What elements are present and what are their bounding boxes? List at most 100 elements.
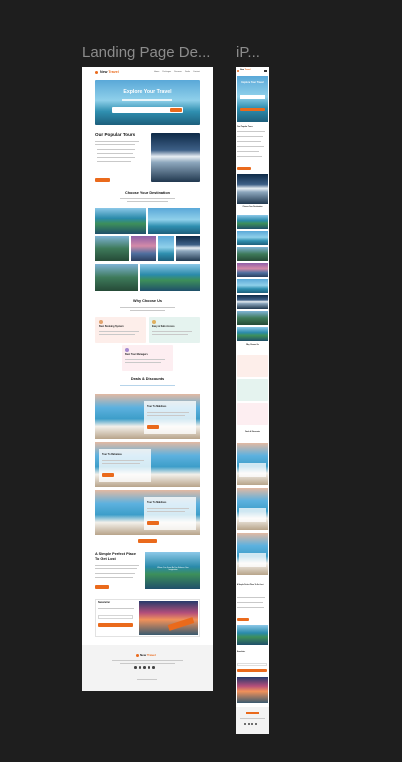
footer-social (134, 666, 155, 669)
instagram-icon[interactable] (251, 723, 253, 725)
nav-discover[interactable]: Discover (174, 71, 182, 74)
destination-card[interactable] (95, 236, 129, 261)
mobile-destination-card[interactable] (237, 295, 268, 309)
perfect-text-line (95, 568, 137, 569)
twitter-icon[interactable] (138, 666, 141, 669)
perfect-place-title: A Simple Perfect Place To Get Lost (95, 552, 137, 561)
hero-search-button[interactable] (170, 108, 182, 112)
why-card-title: Best Booking System (99, 325, 124, 328)
youtube-icon[interactable] (147, 666, 150, 669)
instagram-icon[interactable] (143, 666, 146, 669)
mobile-why-title: Why Choose Us (246, 344, 259, 346)
deals-view-all-button[interactable] (138, 539, 157, 543)
desktop-frame-label[interactable]: Landing Page De... (82, 44, 210, 61)
brand-name-b: Travel (108, 70, 119, 74)
why-card-managers (122, 345, 173, 371)
footer-logo-icon (136, 654, 139, 657)
footer-text (120, 663, 175, 664)
calendar-icon (99, 320, 103, 324)
popular-tour-image (151, 133, 200, 182)
destination-subtitle (127, 201, 168, 202)
mobile-newsletter-image (237, 677, 268, 703)
mobile-brand-logo[interactable]: New Travel (240, 69, 250, 71)
deal-book-button[interactable] (147, 521, 159, 525)
mobile-popular-text (237, 151, 259, 152)
mobile-perfect-text (237, 607, 264, 608)
youtube-icon[interactable] (254, 723, 257, 725)
mobile-popular-text (237, 146, 264, 147)
mobile-deal-panel (239, 508, 266, 522)
facebook-icon[interactable] (134, 666, 137, 669)
footer-brand[interactable]: New Travel (140, 653, 156, 657)
shield-icon (152, 320, 156, 324)
newsletter-email-input[interactable] (98, 615, 133, 619)
deal-card-text (102, 463, 140, 464)
nav-home[interactable]: Home (154, 71, 159, 74)
mobile-popular-button[interactable] (237, 167, 251, 170)
perfect-place-button[interactable] (95, 585, 109, 589)
mobile-deal-panel (239, 553, 266, 567)
mobile-footer-text (240, 718, 265, 719)
newsletter-subscribe-button[interactable] (98, 623, 133, 627)
destination-card[interactable] (140, 264, 200, 291)
destination-card[interactable] (176, 236, 200, 261)
destination-card[interactable] (131, 236, 156, 261)
mobile-destination-card[interactable] (237, 311, 268, 325)
mobile-why-card (237, 355, 268, 377)
mobile-newsletter-button[interactable] (237, 669, 267, 672)
mobile-destination-card[interactable] (237, 215, 268, 229)
why-card-text (125, 362, 161, 363)
hamburger-menu-icon[interactable] (264, 70, 267, 72)
why-subtitle (120, 307, 175, 308)
destination-card[interactable] (95, 208, 146, 234)
deal-card-text (147, 508, 189, 509)
mobile-brand-name-b: Travel (244, 69, 251, 71)
mobile-why-card (237, 379, 268, 401)
mobile-destination-card[interactable] (237, 263, 268, 277)
facebook-icon[interactable] (244, 723, 246, 725)
deal-card-text (147, 412, 189, 413)
mobile-perfect-button[interactable] (237, 618, 249, 621)
user-icon (125, 348, 129, 352)
mobile-perfect-text (237, 602, 263, 603)
brand-logo-icon (95, 71, 98, 74)
footer-copyright (137, 679, 157, 680)
nav-packages[interactable]: Packages (162, 71, 171, 74)
deal-book-button[interactable] (147, 425, 159, 429)
popular-text-line (95, 144, 135, 145)
mobile-hero-search-button[interactable] (240, 108, 265, 111)
mobile-destination-card[interactable] (237, 247, 268, 261)
newsletter-text (98, 608, 134, 609)
twitter-icon[interactable] (247, 723, 250, 725)
destination-card[interactable] (95, 264, 138, 291)
brand-logo[interactable]: New Travel (100, 70, 119, 74)
nav-contact[interactable]: Contact (193, 71, 200, 74)
desktop-landing-frame[interactable]: New Travel Home Packages Discover Deals … (82, 67, 213, 691)
linkedin-icon[interactable] (152, 666, 155, 669)
popular-text-line (97, 161, 131, 162)
destination-card[interactable] (158, 236, 174, 261)
popular-explore-button[interactable] (95, 178, 110, 182)
why-title: Why Choose Us (133, 299, 162, 303)
deals-title: Deals & Discounts (130, 377, 165, 381)
mobile-footer-social (244, 723, 257, 725)
deal-card-title: Tour To Bahamas (102, 453, 122, 456)
nav-deals[interactable]: Deals (185, 71, 190, 74)
why-subtitle (130, 310, 165, 311)
mobile-perfect-image (237, 625, 268, 645)
mobile-destination-card[interactable] (237, 327, 268, 341)
perfect-text-line (95, 573, 135, 574)
destination-title: Choose Your Destination (124, 191, 170, 195)
hero-title: Explore Your Travel (123, 89, 172, 95)
deal-card-text (147, 511, 185, 512)
brand-name-a: New (100, 70, 108, 74)
mobile-destination-card[interactable] (237, 231, 268, 245)
destination-card[interactable] (148, 208, 200, 234)
deal-book-button[interactable] (102, 473, 114, 477)
mobile-landing-frame[interactable]: New Travel Explore Your Travel Our Popul… (236, 67, 269, 734)
mobile-frame-label[interactable]: iP... (236, 44, 260, 61)
mobile-newsletter-input[interactable] (237, 663, 267, 666)
mobile-hero-search[interactable] (240, 95, 265, 99)
popular-tours-title: Our Popular Tours (95, 132, 136, 137)
mobile-destination-card[interactable] (237, 279, 268, 293)
